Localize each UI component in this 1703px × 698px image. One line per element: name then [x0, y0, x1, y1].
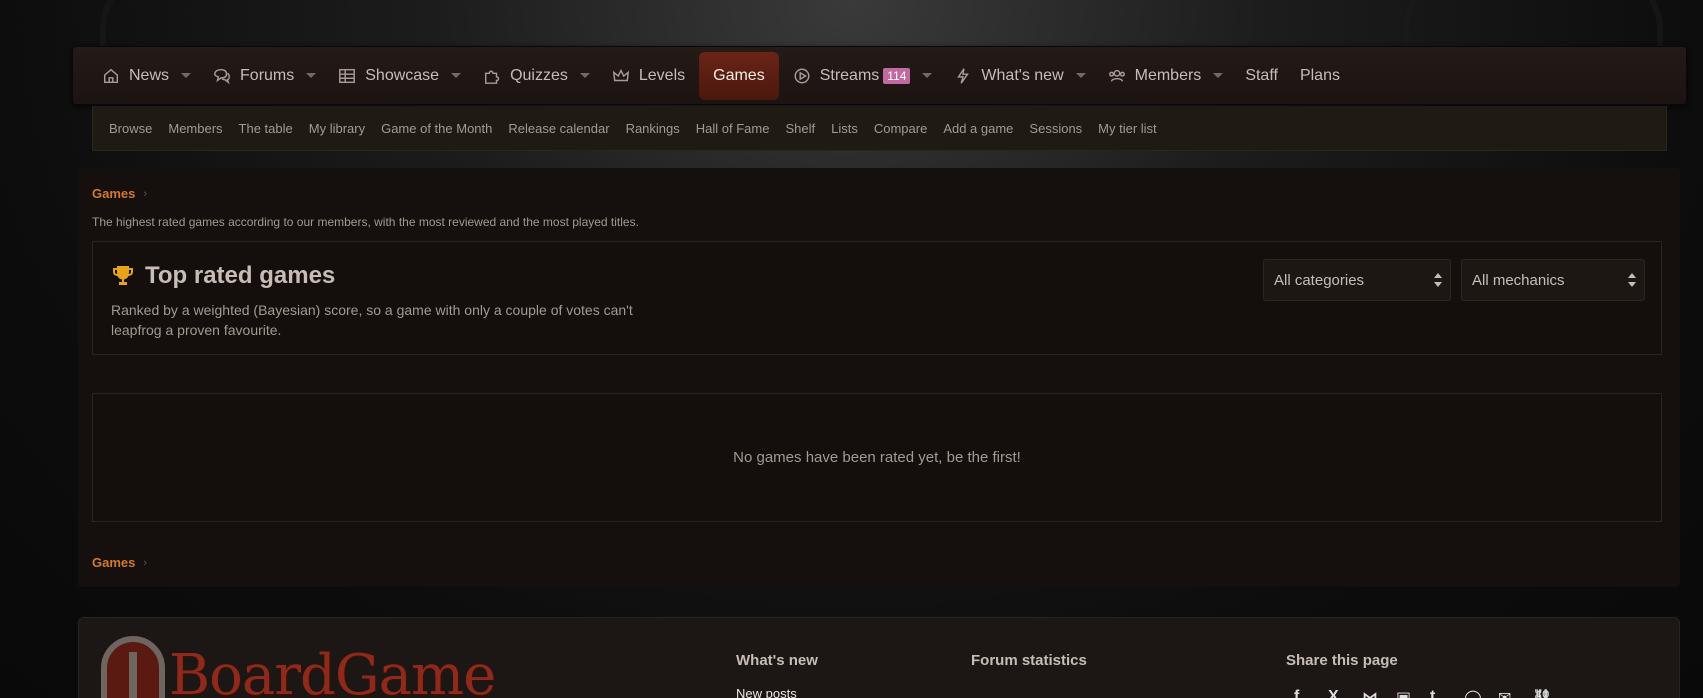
subnav-item-the-table[interactable]: The table	[231, 121, 301, 136]
tumblr-icon[interactable]: t	[1430, 688, 1452, 698]
nav-item-label: Games	[713, 66, 765, 84]
nav-item-staff[interactable]: Staff	[1234, 47, 1289, 104]
bolt-icon	[954, 67, 972, 85]
nav-item-showcase[interactable]: Showcase	[327, 47, 472, 104]
subnav-item-my-library[interactable]: My library	[301, 121, 373, 136]
category-select-value: All categories	[1274, 271, 1365, 289]
subnav-item-hall-of-fame[interactable]: Hall of Fame	[688, 121, 778, 136]
users-icon	[1108, 67, 1126, 85]
subnav-item-release-calendar[interactable]: Release calendar	[500, 121, 617, 136]
nav-item-label: Forums	[240, 66, 295, 84]
chevron-down-icon[interactable]	[181, 73, 192, 78]
chevron-down-icon[interactable]	[306, 73, 317, 78]
sub-navigation: Browse Members The table My library Game…	[92, 106, 1667, 151]
nav-item-games[interactable]: Games	[699, 51, 779, 100]
email-icon[interactable]: ✉	[1498, 688, 1520, 698]
comments-icon	[213, 67, 231, 85]
subnav-item-browse[interactable]: Browse	[101, 121, 160, 136]
subnav-item-compare[interactable]: Compare	[866, 121, 935, 136]
category-select[interactable]: All categories	[1263, 259, 1451, 301]
chevron-down-icon[interactable]	[1075, 73, 1086, 78]
nav-item-news[interactable]: News	[91, 47, 202, 104]
nav-item-label: What's new	[981, 66, 1064, 84]
bluesky-icon[interactable]: ⋈	[1362, 688, 1384, 698]
empty-state-message: No games have been rated yet, be the fir…	[733, 449, 1021, 466]
nav-item-label: Levels	[638, 66, 686, 84]
subnav-item-game-of-the-month[interactable]: Game of the Month	[373, 121, 500, 136]
logo-wordmark: BoardGame	[169, 643, 496, 698]
chevron-down-icon[interactable]	[451, 73, 462, 78]
footer-forum-statistics-heading: Forum statistics	[971, 652, 1087, 669]
page-body: Games › The highest rated games accordin…	[78, 168, 1680, 587]
footer-new-posts-link[interactable]: New posts	[736, 686, 797, 698]
x-icon[interactable]: X	[1328, 688, 1350, 698]
nav-item-levels[interactable]: Levels	[601, 47, 696, 104]
play-circle-icon	[793, 67, 811, 85]
page-title-text: Top rated games	[145, 262, 336, 289]
subnav-item-my-tier-list[interactable]: My tier list	[1090, 121, 1165, 136]
streams-count-badge: 114	[883, 67, 911, 84]
breadcrumb-link[interactable]: Games	[92, 186, 135, 201]
empty-state: No games have been rated yet, be the fir…	[92, 393, 1662, 522]
subnav-item-add-a-game[interactable]: Add a game	[935, 121, 1021, 136]
table-icon	[338, 67, 356, 85]
chevron-down-icon[interactable]	[922, 73, 933, 78]
page-subtitle: Ranked by a weighted (Bayesian) score, s…	[111, 302, 633, 338]
facebook-icon[interactable]: f	[1294, 688, 1316, 698]
page-title: Top rated games	[111, 262, 335, 290]
share-icons: f X ⋈ ▣ t ◯ ✉ ⛓	[1294, 688, 1566, 698]
nav-item-forums[interactable]: Forums	[202, 47, 327, 104]
nav-item-plans[interactable]: Plans	[1289, 47, 1351, 104]
trophy-icon	[113, 266, 133, 285]
nav-item-label: Showcase	[365, 66, 440, 84]
linkedin-icon[interactable]: ▣	[1396, 688, 1418, 698]
select-arrows-icon	[1628, 273, 1636, 287]
nav-item-members[interactable]: Members	[1097, 47, 1235, 104]
nav-item-label: Plans	[1299, 66, 1340, 84]
crown-icon	[612, 67, 630, 85]
subnav-item-shelf[interactable]: Shelf	[777, 121, 823, 136]
footer-share-heading: Share this page	[1286, 652, 1398, 669]
site-logo[interactable]: BoardGame	[101, 636, 496, 698]
puzzle-icon	[483, 67, 501, 85]
breadcrumb-bottom: Games ›	[92, 555, 147, 570]
chevron-down-icon[interactable]	[579, 73, 590, 78]
nav-item-label: Streams	[819, 66, 880, 84]
chevron-right-icon: ›	[143, 556, 148, 569]
main-navigation: News Forums Showcase Quizzes Levels Game…	[72, 46, 1687, 105]
subnav-item-members[interactable]: Members	[160, 121, 230, 136]
page-description: The highest rated games according to our…	[92, 215, 639, 229]
nav-item-label: Staff	[1245, 66, 1278, 84]
nav-item-label: Quizzes	[510, 66, 568, 84]
logo-tower-graphic	[101, 636, 165, 698]
subnav-item-sessions[interactable]: Sessions	[1021, 121, 1090, 136]
chevron-right-icon: ›	[143, 187, 148, 200]
breadcrumb-link[interactable]: Games	[92, 555, 135, 570]
link-icon[interactable]: ⛓	[1532, 688, 1554, 698]
whatsapp-icon[interactable]: ◯	[1464, 688, 1486, 698]
footer-whats-new-heading: What's new	[736, 652, 818, 669]
nav-item-label: News	[129, 66, 170, 84]
subnav-item-rankings[interactable]: Rankings	[618, 121, 688, 136]
mechanics-select-value: All mechanics	[1472, 271, 1565, 289]
footer: BoardGame What's new New posts Forum sta…	[78, 617, 1680, 698]
nav-item-label: Members	[1134, 66, 1202, 84]
subnav-item-lists[interactable]: Lists	[823, 121, 866, 136]
chevron-down-icon[interactable]	[1213, 73, 1224, 78]
select-arrows-icon	[1434, 273, 1442, 287]
mechanics-select[interactable]: All mechanics	[1461, 259, 1645, 301]
breadcrumb: Games ›	[92, 186, 147, 201]
rankings-header-block: Top rated games Ranked by a weighted (Ba…	[92, 241, 1662, 355]
nav-item-quizzes[interactable]: Quizzes	[472, 47, 601, 104]
nav-item-streams[interactable]: Streams 114	[782, 47, 944, 104]
nav-item-whats-new[interactable]: What's new	[943, 47, 1096, 104]
home-icon	[102, 67, 120, 85]
